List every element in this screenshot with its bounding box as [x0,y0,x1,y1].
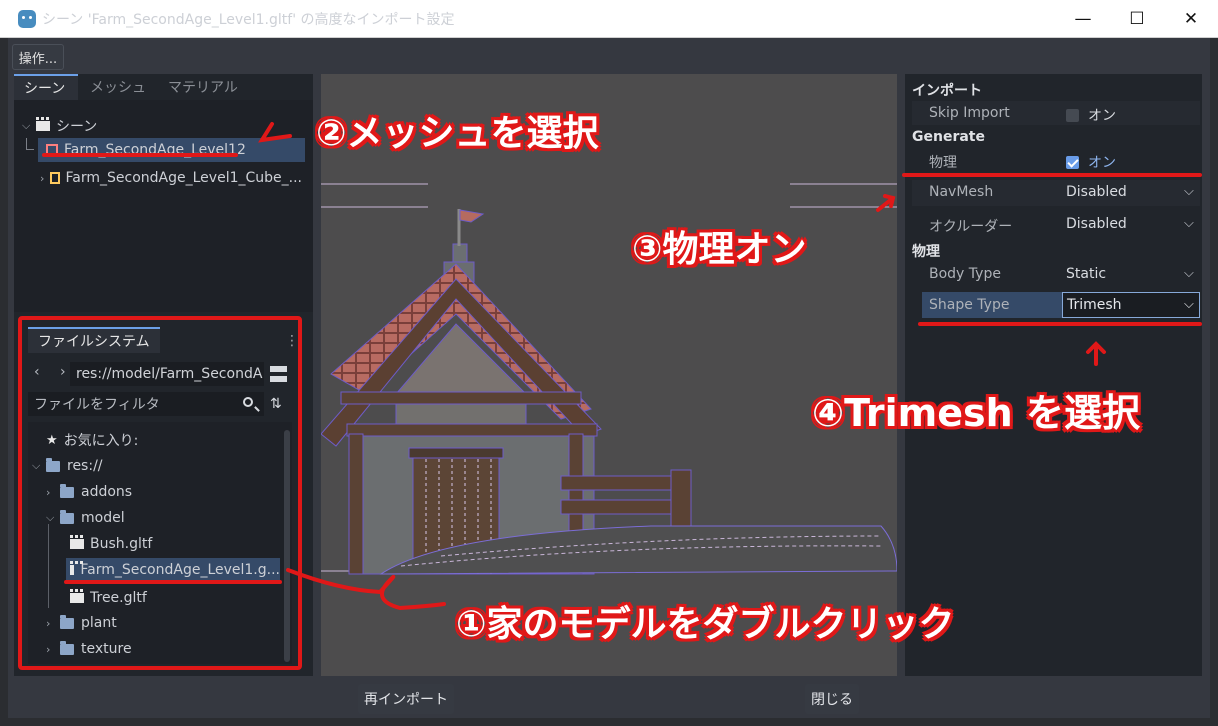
arrow-step4 [1086,341,1106,366]
arrow-step2 [258,122,292,143]
arrow-step1 [286,568,446,611]
annotation-step3: ③物理オン [632,229,807,270]
annotation-step4: ④Trimesh を選択 [812,391,1140,435]
annotation-step2: ②メッシュを選択 [316,113,599,154]
arrow-step3 [876,194,896,212]
annotation-step1: ①家のモデルをダブルクリック [456,604,955,645]
